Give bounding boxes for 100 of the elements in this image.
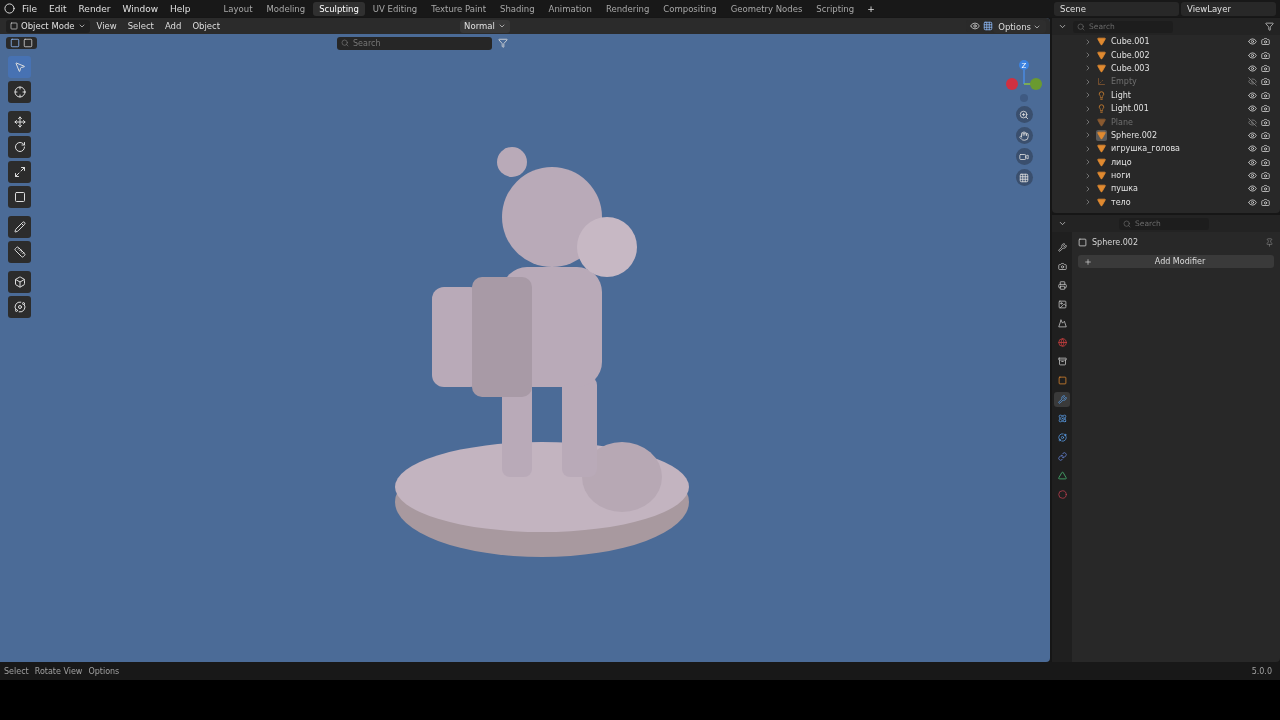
viewport-menu[interactable]: Object bbox=[188, 21, 225, 31]
mode-dropdown[interactable]: Object Mode bbox=[6, 19, 90, 33]
camera-icon[interactable] bbox=[1261, 171, 1270, 181]
scale-tool-button[interactable] bbox=[8, 161, 31, 183]
object-name[interactable]: Light bbox=[1111, 90, 1131, 100]
viewport-menu[interactable]: Select bbox=[123, 21, 158, 31]
add-modifier-button[interactable]: Add Modifier bbox=[1078, 255, 1274, 268]
select-extend-icon[interactable] bbox=[23, 38, 33, 48]
menu-item[interactable]: Help bbox=[165, 3, 196, 14]
camera-icon[interactable] bbox=[1261, 90, 1270, 100]
menu-item[interactable]: Window bbox=[117, 3, 164, 14]
rotate-tool-button[interactable] bbox=[8, 136, 31, 158]
measure-tool-button[interactable] bbox=[8, 241, 31, 263]
menu-item[interactable]: File bbox=[17, 3, 43, 14]
filter-icon[interactable] bbox=[498, 38, 508, 48]
camera-icon[interactable] bbox=[1261, 104, 1270, 114]
visibility-icon[interactable] bbox=[970, 21, 980, 31]
workspace-tab[interactable]: Scripting bbox=[810, 1, 861, 16]
workspace-tab[interactable]: Animation bbox=[542, 1, 598, 16]
eye-icon[interactable] bbox=[1248, 197, 1257, 207]
pan-button[interactable] bbox=[1015, 127, 1033, 144]
viewport-menu[interactable]: Add bbox=[160, 21, 186, 31]
select-icon bbox=[13, 61, 26, 73]
menu-item[interactable]: Edit bbox=[44, 3, 72, 14]
eye-icon[interactable] bbox=[1248, 50, 1257, 60]
eye-icon[interactable] bbox=[1248, 37, 1257, 47]
add-workspace-button[interactable]: + bbox=[862, 3, 880, 14]
camera-icon[interactable] bbox=[1261, 197, 1270, 207]
cursor-icon bbox=[13, 86, 26, 98]
camera-icon[interactable] bbox=[1261, 184, 1270, 194]
object-name[interactable]: Cube.001 bbox=[1111, 37, 1150, 47]
camera-icon[interactable] bbox=[1261, 77, 1270, 87]
cursor-tool-button[interactable] bbox=[8, 81, 31, 103]
app-logo-icon[interactable] bbox=[4, 3, 15, 14]
eye-icon[interactable] bbox=[1248, 63, 1257, 73]
object-name[interactable]: игрушка_голова bbox=[1111, 144, 1180, 154]
workspace-tab[interactable]: UV Editing bbox=[366, 1, 424, 16]
camera-icon[interactable] bbox=[1261, 50, 1270, 60]
status-hint: Options bbox=[88, 666, 120, 676]
annotate-tool-button[interactable] bbox=[8, 216, 31, 238]
camera-icon[interactable] bbox=[1261, 130, 1270, 140]
scene-icon bbox=[1057, 319, 1067, 328]
orientation-dropdown[interactable]: Normal bbox=[460, 19, 510, 33]
eye-icon[interactable] bbox=[1248, 104, 1257, 114]
camera-icon[interactable] bbox=[1261, 37, 1270, 47]
object-name[interactable]: пушка bbox=[1111, 184, 1139, 194]
scene-field[interactable]: Scene bbox=[1054, 1, 1179, 16]
camera-icon[interactable] bbox=[1261, 117, 1270, 127]
camera-view-button[interactable] bbox=[1015, 148, 1033, 165]
eye-icon[interactable] bbox=[1248, 130, 1257, 140]
select-tool-button[interactable] bbox=[8, 56, 31, 78]
editor-type-icon[interactable] bbox=[1058, 22, 1067, 31]
transform-tool-button[interactable] bbox=[8, 186, 31, 208]
object-name[interactable]: Light.001 bbox=[1111, 104, 1149, 114]
add-cube-tool-button[interactable] bbox=[8, 271, 31, 293]
object-name[interactable]: Cube.003 bbox=[1111, 63, 1150, 73]
workspace-tab[interactable]: Layout bbox=[217, 1, 259, 16]
editor-type-icon[interactable] bbox=[1058, 219, 1067, 228]
menu-item[interactable]: Render bbox=[73, 3, 116, 14]
overlay-icon[interactable] bbox=[983, 21, 993, 31]
camera-icon[interactable] bbox=[1261, 63, 1270, 73]
tool-icon bbox=[1057, 243, 1067, 252]
workspace-tab[interactable]: Texture Paint bbox=[425, 1, 493, 16]
move-tool-button[interactable] bbox=[8, 111, 31, 133]
workspace-tab[interactable]: Geometry Nodes bbox=[724, 1, 809, 16]
status-hint: Select bbox=[4, 666, 29, 676]
search-icon bbox=[1123, 219, 1131, 228]
ortho-view-button[interactable] bbox=[1015, 169, 1033, 186]
hidden-eye-icon[interactable] bbox=[1248, 117, 1257, 127]
workspace-tab[interactable]: Modeling bbox=[260, 1, 312, 16]
object-name[interactable]: Sphere.002 bbox=[1111, 130, 1157, 140]
viewport-menu[interactable]: View bbox=[92, 21, 121, 31]
options-dropdown[interactable]: Options bbox=[993, 20, 1046, 33]
eye-icon[interactable] bbox=[1248, 90, 1257, 100]
workspace-tab[interactable]: Compositing bbox=[657, 1, 723, 16]
eye-icon[interactable] bbox=[1248, 157, 1257, 167]
hidden-eye-icon[interactable] bbox=[1248, 77, 1257, 87]
object-name[interactable]: ноги bbox=[1111, 171, 1131, 181]
eye-icon[interactable] bbox=[1248, 184, 1257, 194]
camera-icon[interactable] bbox=[1261, 144, 1270, 154]
camera-icon[interactable] bbox=[1261, 157, 1270, 167]
search-icon bbox=[1077, 22, 1085, 31]
workspace-tab[interactable]: Shading bbox=[494, 1, 541, 16]
rotate-icon bbox=[13, 141, 26, 153]
hand-icon bbox=[1019, 130, 1029, 141]
filter-icon[interactable] bbox=[1265, 22, 1274, 31]
view-layer-icon bbox=[1057, 300, 1067, 309]
workspace-tab[interactable]: Rendering bbox=[599, 1, 656, 16]
object-name[interactable]: тело bbox=[1111, 197, 1131, 207]
object-name[interactable]: лицо bbox=[1111, 157, 1132, 167]
select-box-icon[interactable] bbox=[10, 38, 20, 48]
viewport-search-field[interactable]: Search bbox=[337, 36, 492, 50]
eye-icon[interactable] bbox=[1248, 144, 1257, 154]
modifier-tab[interactable] bbox=[1054, 392, 1070, 407]
object-name[interactable]: Cube.002 bbox=[1111, 50, 1150, 60]
constraints-icon bbox=[1057, 452, 1067, 461]
workspace-tab[interactable]: Sculpting bbox=[313, 1, 365, 16]
zoom-button[interactable] bbox=[1015, 106, 1033, 123]
eye-icon[interactable] bbox=[1248, 171, 1257, 181]
view-layer-field[interactable]: ViewLayer bbox=[1181, 1, 1276, 16]
